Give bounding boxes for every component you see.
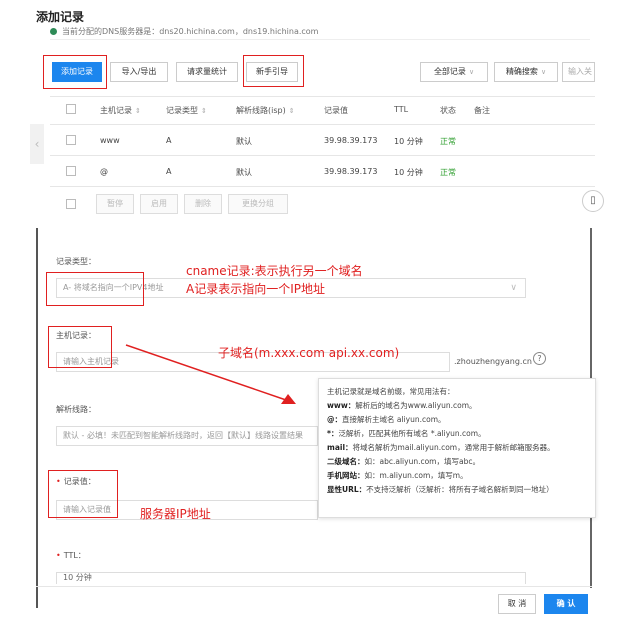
annotation-arrow xyxy=(125,344,296,404)
